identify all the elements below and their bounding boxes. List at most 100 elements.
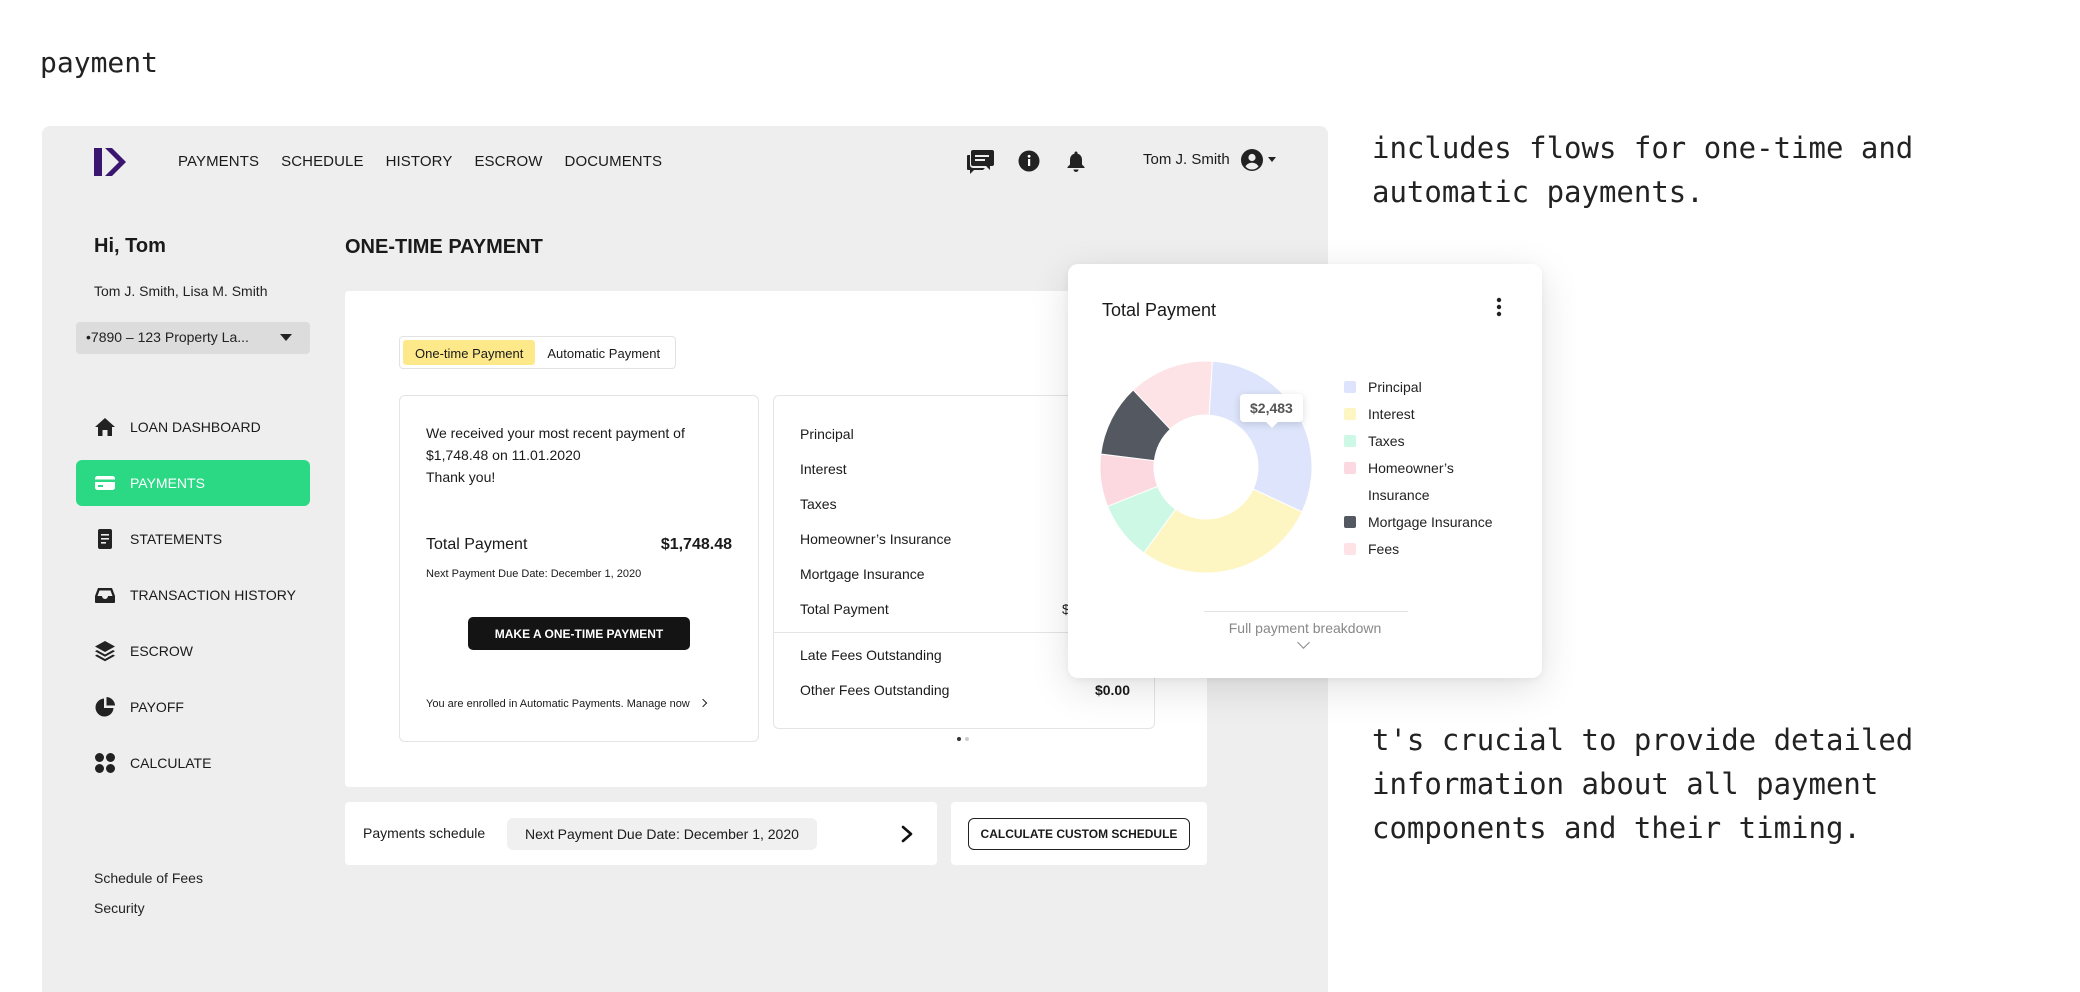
main-nav: PAYMENTS SCHEDULE HISTORY ESCROW DOCUMEN…: [178, 153, 684, 170]
breakdown-label: Taxes: [800, 496, 837, 512]
recent-payment-card: We received your most recent payment of …: [399, 395, 759, 742]
payment-type-toggle: One-time Payment Automatic Payment: [399, 336, 677, 369]
chevron-down-icon[interactable]: [1297, 636, 1310, 649]
inbox-icon: [95, 588, 115, 603]
layers-icon: [95, 641, 115, 662]
borrower-names: Tom J. Smith, Lisa M. Smith: [94, 283, 268, 299]
note-bottom: t's crucial to provide detailed informat…: [1372, 723, 1914, 845]
sidebar-item-transaction-history[interactable]: TRANSACTION HISTORY: [76, 572, 310, 618]
legend-swatch: [1344, 381, 1356, 393]
total-payment-chart-card: Total Payment $2,483 Principal Interest …: [1068, 264, 1542, 678]
legend-item: Homeowner’s Insurance: [1344, 455, 1534, 509]
sidebar-item-loan-dashboard[interactable]: LOAN DASHBOARD: [76, 404, 310, 450]
next-due-date: Next Payment Due Date: December 1, 2020: [426, 568, 642, 580]
pie-icon: [95, 697, 115, 717]
greeting: Hi, Tom: [94, 235, 166, 257]
home-icon: [95, 418, 115, 436]
legend-swatch: [1344, 516, 1356, 528]
brand-logo-icon[interactable]: [92, 146, 128, 178]
sidebar-item-label: LOAN DASHBOARD: [130, 419, 261, 435]
outstanding-value: $0.00: [1094, 682, 1130, 698]
legend-label: Fees: [1368, 541, 1400, 557]
chat-icon[interactable]: [966, 146, 996, 176]
more-vertical-icon[interactable]: [1493, 296, 1505, 318]
card-icon: [95, 476, 115, 490]
sidebar-item-payoff[interactable]: PAYOFF: [76, 684, 310, 730]
chevron-down-icon[interactable]: [1268, 157, 1276, 162]
page-label: payment: [40, 46, 159, 79]
calculate-schedule-bar: CALCULATE CUSTOM SCHEDULE: [951, 802, 1207, 865]
donut-slice-principal[interactable]: [1208, 360, 1313, 513]
outstanding-label: Late Fees Outstanding: [800, 647, 942, 663]
breakdown-label: Mortgage Insurance: [800, 566, 925, 582]
nav-schedule[interactable]: SCHEDULE: [281, 153, 364, 170]
nav-documents[interactable]: DOCUMENTS: [565, 153, 663, 170]
legend-item: Interest: [1344, 401, 1534, 428]
avatar-icon[interactable]: [1240, 148, 1264, 172]
sidebar-item-statements[interactable]: STATEMENTS: [76, 516, 310, 562]
payments-schedule-bar: Payments schedule Next Payment Due Date:…: [345, 802, 937, 865]
sidebar-item-label: CALCULATE: [130, 755, 212, 771]
carousel-dot[interactable]: [957, 737, 961, 741]
carousel-dot[interactable]: [965, 737, 969, 741]
legend-label: Mortgage Insurance: [1368, 514, 1493, 530]
legend-swatch: [1344, 435, 1356, 447]
next-due-chip: Next Payment Due Date: December 1, 2020: [507, 818, 817, 850]
breakdown-label: Total Payment: [800, 601, 889, 617]
bell-icon[interactable]: [1061, 146, 1091, 176]
nav-payments[interactable]: PAYMENTS: [178, 153, 259, 170]
recent-payment-text: We received your most recent payment of …: [426, 425, 685, 463]
document-icon: [98, 529, 112, 549]
page-title: ONE-TIME PAYMENT: [345, 236, 543, 258]
total-payment-label: Total Payment: [426, 536, 528, 553]
total-payment-value: $1,748.48: [660, 536, 732, 553]
breakdown-label: Homeowner’s Insurance: [800, 531, 952, 547]
outstanding-label: Other Fees Outstanding: [800, 682, 950, 698]
legend-label: Principal: [1368, 379, 1422, 395]
user-name[interactable]: Tom J. Smith: [1143, 151, 1230, 168]
legend-label: Interest: [1368, 406, 1415, 422]
thank-you-text: Thank you!: [426, 469, 496, 485]
legend-label: Insurance: [1368, 487, 1430, 503]
legend-swatch: [1344, 408, 1356, 420]
nav-history[interactable]: HISTORY: [386, 153, 453, 170]
loan-selector[interactable]: •7890 – 123 Property La...: [76, 322, 310, 354]
sidebar-item-payments[interactable]: PAYMENTS: [76, 460, 310, 506]
breakdown-label: Interest: [800, 461, 847, 477]
legend-swatch: [1344, 543, 1356, 555]
legend-item: Principal: [1344, 374, 1534, 401]
carousel-dots[interactable]: [957, 737, 969, 741]
dots-grid-icon: [95, 753, 115, 773]
payments-schedule-label: Payments schedule: [363, 825, 486, 841]
divider: [1204, 611, 1408, 612]
info-icon[interactable]: [1014, 146, 1044, 176]
sidebar-item-escrow[interactable]: ESCROW: [76, 628, 310, 674]
chart-tooltip: $2,483: [1240, 394, 1303, 428]
sidebar-item-calculate[interactable]: CALCULATE: [76, 740, 310, 786]
outstanding-row: Other Fees Outstanding $0.00: [800, 682, 1130, 698]
legend-item: Taxes: [1344, 428, 1534, 455]
manage-autopay-link[interactable]: You are enrolled in Automatic Payments. …: [426, 698, 708, 710]
recent-payment-message: We received your most recent payment of …: [426, 422, 746, 488]
sidebar-item-label: TRANSACTION HISTORY: [130, 587, 296, 603]
sidebar-item-label: STATEMENTS: [130, 531, 223, 547]
link-schedule-of-fees[interactable]: Schedule of Fees: [94, 870, 203, 886]
note-top: includes flows for one-time and automati…: [1372, 131, 1914, 209]
chevron-right-icon[interactable]: [897, 824, 917, 844]
legend-label: Taxes: [1368, 433, 1405, 449]
chart-title: Total Payment: [1102, 300, 1217, 320]
legend-label: Homeowner’s: [1368, 460, 1454, 476]
chevron-right-icon: [698, 698, 708, 708]
sidebar-item-label: PAYMENTS: [130, 475, 205, 491]
link-security[interactable]: Security: [94, 900, 145, 916]
donut-chart[interactable]: [1098, 359, 1314, 575]
full-payment-breakdown-link[interactable]: Full payment breakdown: [1068, 620, 1542, 636]
sidebar-item-label: ESCROW: [130, 643, 193, 659]
calculate-custom-schedule-button[interactable]: CALCULATE CUSTOM SCHEDULE: [968, 818, 1190, 850]
breakdown-label: Principal: [800, 426, 854, 442]
legend-item: Fees: [1344, 536, 1534, 563]
tab-automatic-payment[interactable]: Automatic Payment: [535, 340, 672, 365]
nav-escrow[interactable]: ESCROW: [474, 153, 542, 170]
make-one-time-payment-button[interactable]: MAKE A ONE-TIME PAYMENT: [468, 617, 690, 650]
tab-one-time-payment[interactable]: One-time Payment: [403, 340, 536, 365]
